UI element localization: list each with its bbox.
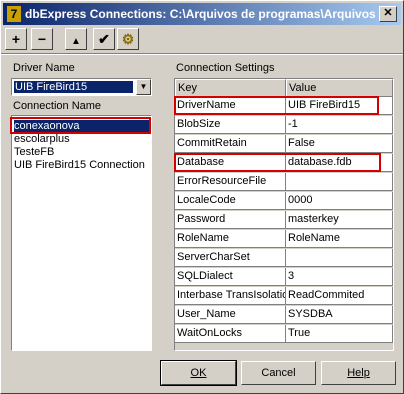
row-value[interactable]: False xyxy=(286,135,393,153)
row-value[interactable] xyxy=(286,173,393,191)
plus-icon: + xyxy=(11,31,21,47)
cancel-button[interactable]: Cancel xyxy=(241,361,316,385)
row-key: WaitOnLocks xyxy=(175,325,286,343)
driver-name-label: Driver Name xyxy=(13,62,75,74)
row-value[interactable] xyxy=(286,249,393,267)
column-header-value[interactable]: Value xyxy=(286,79,393,97)
row-key: Interbase TransIsolation xyxy=(175,287,286,305)
move-up-button[interactable]: ▲ xyxy=(65,28,87,50)
row-value[interactable]: database.fdb xyxy=(286,154,393,172)
row-key: DriverName xyxy=(175,97,286,115)
row-value[interactable]: 0000 xyxy=(286,192,393,210)
ok-button[interactable]: OK xyxy=(160,360,237,386)
dbexpress-connections-window: 7 dbExpress Connections: C:\Arquivos de … xyxy=(0,0,404,394)
row-key: User_Name xyxy=(175,306,286,324)
row-value[interactable]: ReadCommited xyxy=(286,287,393,305)
minus-icon: − xyxy=(37,31,47,47)
options-button[interactable]: ⚙ xyxy=(117,28,139,50)
chevron-down-icon: ▼ xyxy=(139,82,148,91)
row-key: LocaleCode xyxy=(175,192,286,210)
apply-button[interactable]: ✔ xyxy=(93,28,115,50)
list-item[interactable]: TesteFB xyxy=(14,146,54,159)
settings-grid[interactable]: Key Value DriverName UIB FireBird15 Blob… xyxy=(174,78,394,351)
close-icon: ✕ xyxy=(383,7,393,19)
toolbar-divider xyxy=(1,53,403,55)
app-icon: 7 xyxy=(7,6,21,22)
driver-name-select[interactable]: UIB FireBird15 ▼ xyxy=(11,78,152,96)
help-button[interactable]: Help xyxy=(321,361,396,385)
connection-name-label: Connection Name xyxy=(13,100,102,112)
cancel-button-label: Cancel xyxy=(261,367,296,379)
row-value[interactable]: RoleName xyxy=(286,230,393,248)
list-item[interactable]: UIB FireBird15 Connection xyxy=(14,159,145,172)
window-title: dbExpress Connections: C:\Arquivos de pr… xyxy=(25,7,390,21)
gear-icon: ⚙ xyxy=(121,31,135,47)
row-key: CommitRetain xyxy=(175,135,286,153)
list-item[interactable]: conexaonova xyxy=(14,120,149,133)
list-item[interactable]: escolarplus xyxy=(14,133,70,146)
row-key: BlobSize xyxy=(175,116,286,134)
row-key: Password xyxy=(175,211,286,229)
row-key: RoleName xyxy=(175,230,286,248)
add-connection-button[interactable]: + xyxy=(5,28,27,50)
row-key: ServerCharSet xyxy=(175,249,286,267)
row-value[interactable]: 3 xyxy=(286,268,393,286)
dropdown-button[interactable]: ▼ xyxy=(136,79,151,95)
row-value[interactable]: SYSDBA xyxy=(286,306,393,324)
row-value[interactable]: UIB FireBird15 xyxy=(286,97,393,115)
row-key: Database xyxy=(175,154,286,172)
connection-list[interactable]: conexaonova escolarplus TesteFB UIB Fire… xyxy=(11,115,152,351)
help-button-label: Help xyxy=(347,367,370,379)
row-value[interactable]: masterkey xyxy=(286,211,393,229)
up-arrow-icon: ▲ xyxy=(71,36,81,47)
remove-connection-button[interactable]: − xyxy=(31,28,53,50)
close-button[interactable]: ✕ xyxy=(379,6,397,22)
row-value[interactable]: -1 xyxy=(286,116,393,134)
column-header-key[interactable]: Key xyxy=(175,79,286,97)
row-value[interactable]: True xyxy=(286,325,393,343)
check-icon: ✔ xyxy=(98,31,110,47)
title-bar[interactable]: 7 dbExpress Connections: C:\Arquivos de … xyxy=(3,3,401,25)
row-key: ErrorResourceFile xyxy=(175,173,286,191)
driver-name-value: UIB FireBird15 xyxy=(14,81,133,93)
row-key: SQLDialect xyxy=(175,268,286,286)
ok-button-label: OK xyxy=(190,367,207,379)
connection-settings-label: Connection Settings xyxy=(176,62,275,74)
